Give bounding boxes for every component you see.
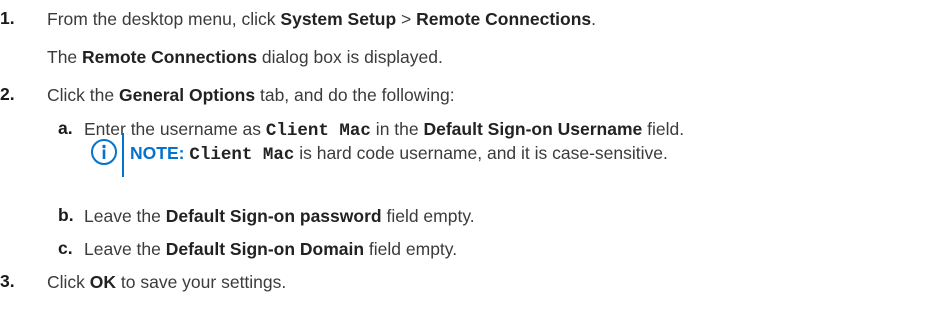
tab-general-options: General Options	[118, 85, 256, 105]
step-text: to save your settings.	[116, 272, 287, 292]
substep-text: field.	[642, 119, 685, 139]
step-1-result: The Remote Connections dialog box is dis…	[47, 46, 443, 68]
substep-letter: b.	[58, 205, 74, 225]
step-number: 2.	[0, 84, 15, 104]
substep-text: Enter the username as	[84, 119, 266, 139]
note-divider	[122, 133, 124, 177]
substep-letter: c.	[58, 238, 73, 258]
substep-text: Leave the	[84, 239, 166, 259]
username-code: Client Mac	[189, 145, 295, 165]
step-3-text: Click OK to save your settings.	[47, 271, 286, 293]
menu-path-system-setup: System Setup	[280, 9, 397, 29]
username-code: Client Mac	[265, 121, 371, 141]
substep-c-text: Leave the Default Sign-on Domain field e…	[84, 238, 457, 260]
note-label: NOTE:	[130, 143, 185, 163]
menu-path-remote-connections: Remote Connections	[416, 9, 592, 29]
substep-text: in the	[370, 119, 424, 139]
substep-letter: a.	[58, 118, 73, 138]
menu-separator: >	[396, 9, 417, 29]
punctuation: .	[591, 9, 597, 29]
substep-text: field empty.	[364, 239, 458, 259]
note-body: is hard code username, and it is case-se…	[294, 143, 668, 163]
step-text: tab, and do the following:	[255, 85, 455, 105]
step-text: Click	[47, 272, 90, 292]
ok-button-label: OK	[89, 272, 117, 292]
field-default-sign-on-domain: Default Sign-on Domain	[165, 239, 365, 259]
field-default-sign-on-password: Default Sign-on password	[165, 206, 382, 226]
dialog-name: Remote Connections	[82, 47, 258, 67]
step-1-text: From the desktop menu, click System Setu…	[47, 8, 596, 30]
note-text: NOTE: Client Mac is hard code username, …	[130, 142, 668, 166]
info-icon	[91, 139, 117, 165]
substep-text: Leave the	[84, 206, 166, 226]
substep-b-text: Leave the Default Sign-on password field…	[84, 205, 475, 227]
step-number: 1.	[0, 8, 15, 28]
step-text: Click the	[47, 85, 119, 105]
step-number: 3.	[0, 271, 15, 291]
result-text: dialog box is displayed.	[257, 47, 443, 67]
step-text: From the desktop menu, click	[47, 9, 281, 29]
field-default-sign-on-username: Default Sign-on Username	[423, 119, 643, 139]
result-text: The	[47, 47, 83, 67]
substep-text: field empty.	[381, 206, 475, 226]
substep-a-text: Enter the username as Client Mac in the …	[84, 118, 684, 142]
step-2-text: Click the General Options tab, and do th…	[47, 84, 455, 106]
